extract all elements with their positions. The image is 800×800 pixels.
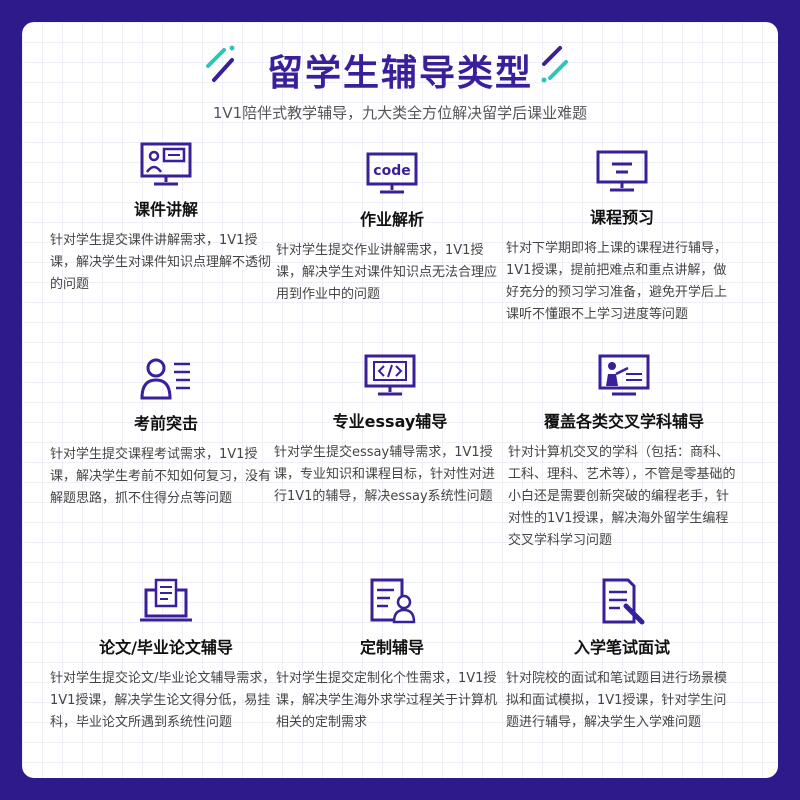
item-description: 针对学生提交定制化个性需求，1V1授课，解决学生海外求学过程关于计算机相关的定制… [276, 671, 498, 730]
laptop-document-icon [140, 578, 192, 622]
header: 留学生辅导类型 1V1陪伴式教学辅导，九大类全方位解决留学后课业难题 [22, 22, 778, 132]
student-notes-icon [140, 358, 190, 400]
item-description: 针对计算机交叉的学科（包括：商科、工科、理科、艺术等），不管是零基础的小白还是需… [508, 445, 736, 548]
custom-profile-document-icon [370, 578, 416, 624]
item-title: 专业essay辅导 [332, 412, 448, 431]
item-description: 针对学生提交论文/毕业论文辅导需求，1V1授课，解决学生论文得分低，易挂科，毕业… [50, 671, 276, 730]
item-description: 针对院校的面试和笔试题目进行场景模拟和面试模拟，1V1授课，针对学生问题进行辅导… [506, 671, 728, 730]
item-description: 针对学生提交essay辅导需求，1V1授课，专业知识和课程目标，针对性对进行1V… [274, 445, 496, 504]
item-title: 作业解析 [359, 210, 424, 229]
page-title: 留学生辅导类型 [266, 53, 533, 94]
monitor-lesson-icon [596, 150, 648, 192]
item-title: 覆盖各类交叉学科辅导 [543, 412, 704, 431]
item-title: 考前突击 [133, 414, 198, 433]
item-title: 定制辅导 [359, 638, 424, 657]
item-title: 课程预习 [589, 208, 654, 227]
code-brackets-monitor-icon [364, 354, 416, 396]
right-sparkle-icon [541, 46, 568, 83]
content-card: 留学生辅导类型 1V1陪伴式教学辅导，九大类全方位解决留学后课业难题 课件讲解 … [22, 22, 778, 778]
courseware-presentation-icon [140, 142, 192, 186]
code-monitor-icon: code [366, 152, 418, 194]
item-description: 针对下学期即将上课的课程进行辅导，1V1授课，提前把难点和重点讲解，做好充分的预… [506, 241, 728, 322]
exam-paper-pen-icon [602, 578, 645, 625]
item-title: 课件讲解 [133, 200, 198, 219]
item-description: 针对学生提交课件讲解需求，1V1授课，解决学生对课件知识点理解不透彻的问题 [50, 233, 272, 292]
item-title: 入学笔试面试 [573, 638, 670, 657]
item-description: 针对学生提交课程考试需求，1V1授课，解决学生考前不知如何复习，没有解题思路，抓… [50, 447, 272, 506]
item-title: 论文/毕业论文辅导 [99, 638, 233, 657]
item-description: 针对学生提交作业讲解需求，1V1授课，解决学生对课件知识点无法合理应用到作业中的… [276, 243, 498, 302]
code-label: code [373, 163, 410, 179]
teacher-blackboard-icon [598, 354, 650, 396]
page-subtitle: 1V1陪伴式教学辅导，九大类全方位解决留学后课业难题 [212, 104, 588, 122]
